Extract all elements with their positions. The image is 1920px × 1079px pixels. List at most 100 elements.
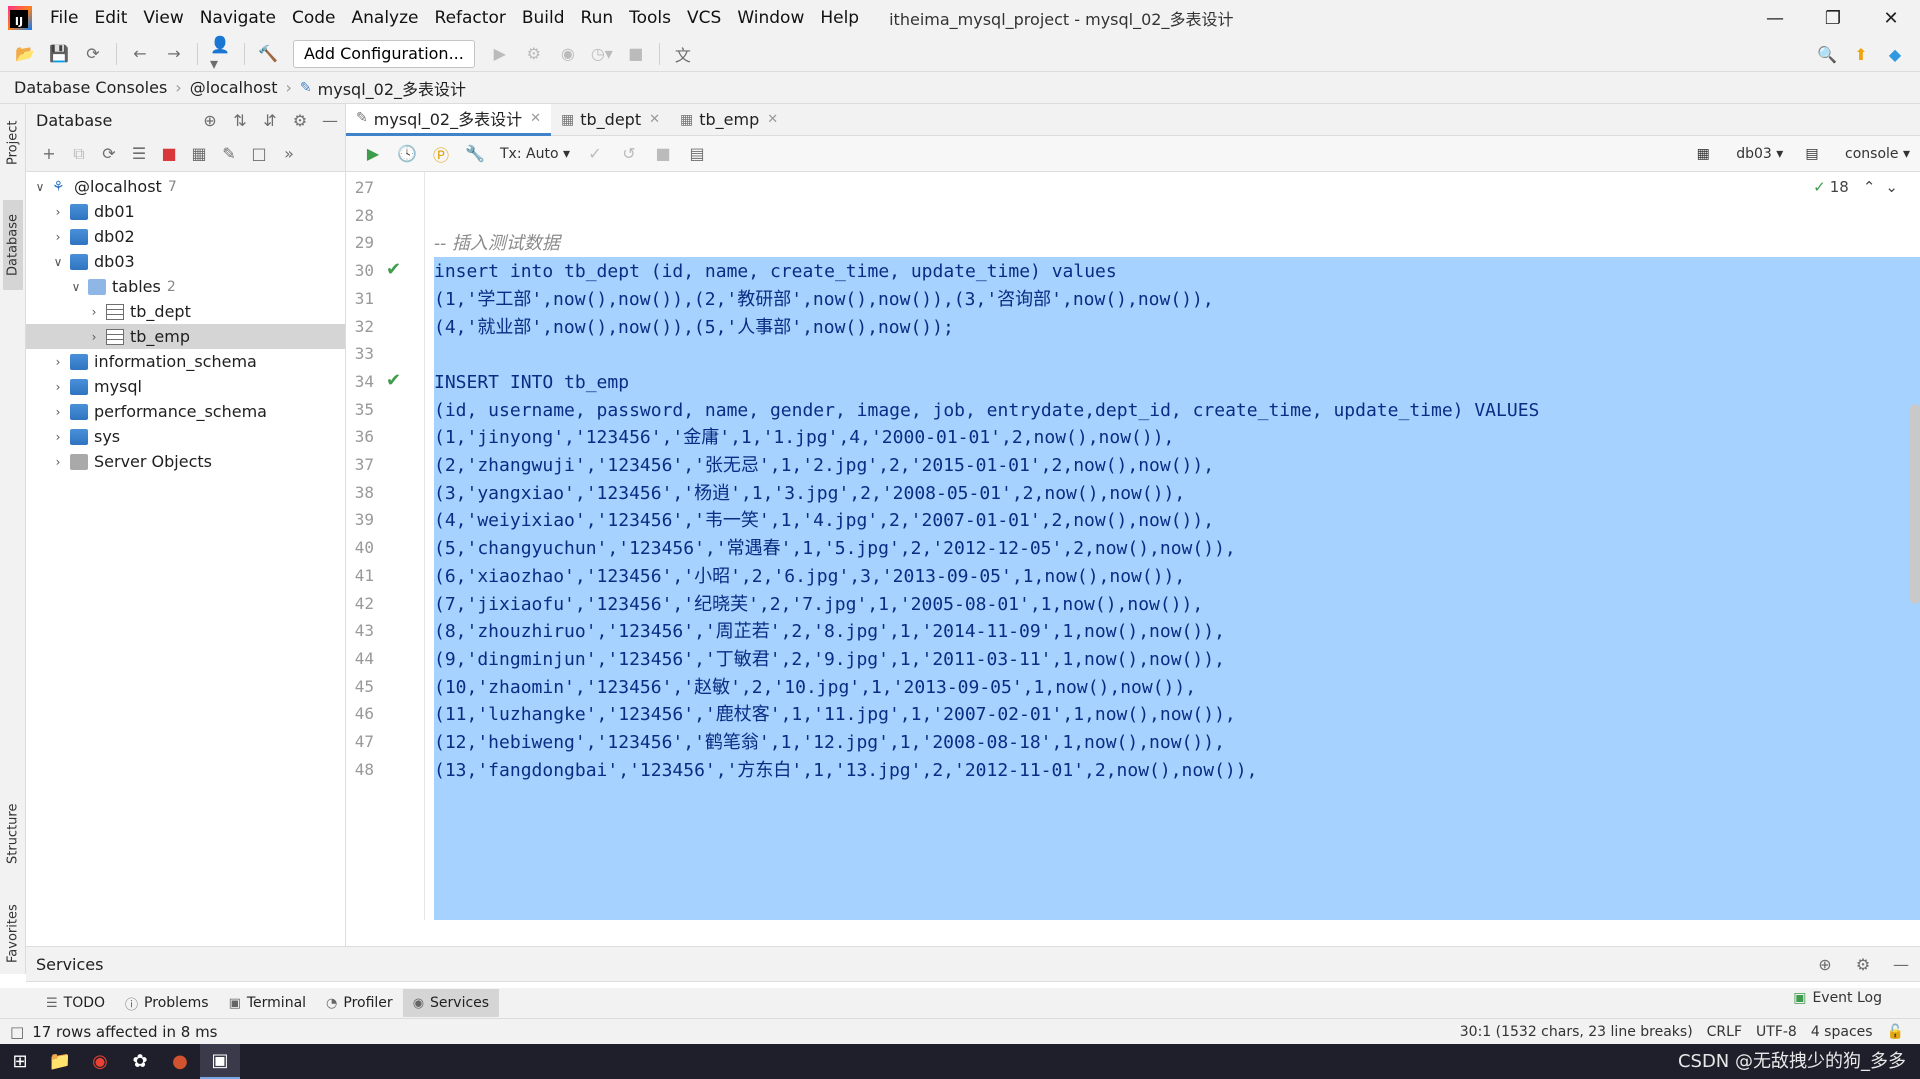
close-tab-icon[interactable]: ✕ bbox=[649, 112, 660, 127]
tree-node[interactable]: ∨ db03 bbox=[26, 249, 345, 274]
edit-icon[interactable]: ✎ bbox=[218, 143, 240, 165]
menu-item[interactable]: VCS bbox=[679, 0, 729, 36]
close-tab-icon[interactable]: ✕ bbox=[530, 111, 541, 126]
build-hammer-icon[interactable]: 🔨 bbox=[257, 43, 279, 65]
stop-icon[interactable]: ■ bbox=[158, 143, 180, 165]
tool-tab[interactable]: ◉ Services bbox=[402, 989, 500, 1017]
tree-node[interactable]: › mysql bbox=[26, 374, 345, 399]
menu-item[interactable]: File bbox=[42, 0, 86, 36]
chevron-right-icon[interactable]: › bbox=[50, 205, 66, 219]
chevron-right-icon[interactable]: › bbox=[50, 405, 66, 419]
chevron-right-icon[interactable]: › bbox=[50, 230, 66, 244]
gear-icon[interactable]: ⚙ bbox=[1852, 953, 1874, 975]
commit-icon[interactable]: ✓ bbox=[584, 143, 606, 165]
editor-tab[interactable]: ▦ tb_emp ✕ bbox=[670, 104, 788, 136]
coverage-icon[interactable]: ◉ bbox=[557, 43, 579, 65]
tab-favorites[interactable]: Favorites bbox=[3, 894, 23, 974]
locate-icon[interactable]: ⊕ bbox=[1814, 953, 1836, 975]
tool-tab[interactable]: ⓘ Problems bbox=[115, 989, 219, 1017]
refresh-icon[interactable]: ⟳ bbox=[98, 143, 120, 165]
breadcrumb-item[interactable]: Database Consoles bbox=[14, 78, 167, 97]
query-console-icon[interactable]: □ bbox=[248, 143, 270, 165]
gear-icon[interactable]: ⚙ bbox=[289, 109, 311, 131]
menu-item[interactable]: Run bbox=[573, 0, 622, 36]
minimize-icon[interactable]: — bbox=[1746, 0, 1804, 36]
vertical-scrollbar[interactable] bbox=[1910, 404, 1920, 604]
menu-item[interactable]: Refactor bbox=[427, 0, 514, 36]
menu-item[interactable]: Help bbox=[812, 0, 867, 36]
caret-position[interactable]: 30:1 (1532 chars, 23 line breaks) bbox=[1460, 1024, 1693, 1040]
session-selector[interactable]: ▤ console ▾ bbox=[1805, 146, 1910, 162]
table-view-icon[interactable]: ▦ bbox=[188, 143, 210, 165]
chevron-down-icon[interactable]: ∨ bbox=[32, 180, 48, 194]
tool-tab[interactable]: ☰ TODO bbox=[36, 989, 115, 1017]
chevron-right-icon[interactable]: › bbox=[50, 455, 66, 469]
event-log-button[interactable]: ▣ Event Log bbox=[1793, 990, 1882, 1006]
hide-panel-icon[interactable]: — bbox=[319, 109, 341, 131]
expand-all-icon[interactable]: ⇅ bbox=[229, 109, 251, 131]
translate-icon[interactable]: 文 bbox=[672, 43, 694, 65]
code-editor[interactable]: -- 插入测试数据 insert into tb_dept (id, name, … bbox=[426, 172, 1920, 920]
tab-database[interactable]: Database bbox=[3, 200, 23, 290]
open-folder-icon[interactable]: 📂 bbox=[14, 43, 36, 65]
chevron-right-icon[interactable]: › bbox=[86, 305, 102, 319]
powerpoint-icon[interactable]: ● bbox=[160, 1044, 200, 1079]
windows-start-icon[interactable]: ⊞ bbox=[0, 1044, 40, 1079]
menu-item[interactable]: Edit bbox=[86, 0, 135, 36]
chevron-right-icon[interactable]: › bbox=[50, 430, 66, 444]
chevron-down-icon[interactable]: ∨ bbox=[50, 255, 66, 269]
lock-icon[interactable]: 🔓 bbox=[1887, 1024, 1904, 1040]
menu-item[interactable]: View bbox=[135, 0, 191, 36]
update-icon[interactable]: ⬆ bbox=[1850, 43, 1872, 65]
sync-icon[interactable]: ⟳ bbox=[82, 43, 104, 65]
tree-node[interactable]: › db02 bbox=[26, 224, 345, 249]
rollback-icon[interactable]: ↺ bbox=[618, 143, 640, 165]
inspection-widget[interactable]: ✓ 18 ⌃ ⌄ bbox=[1813, 178, 1898, 196]
tool-tab[interactable]: ▣ Terminal bbox=[219, 989, 316, 1017]
hide-panel-icon[interactable]: — bbox=[1890, 953, 1912, 975]
execute-icon[interactable]: ▶ bbox=[362, 143, 384, 165]
tree-node[interactable]: › tb_emp bbox=[26, 324, 345, 349]
intellij-task-icon[interactable]: ▣ bbox=[200, 1044, 240, 1079]
menu-item[interactable]: Build bbox=[514, 0, 573, 36]
breadcrumb-item[interactable]: @localhost bbox=[190, 78, 278, 97]
line-separator[interactable]: CRLF bbox=[1707, 1024, 1742, 1040]
file-encoding[interactable]: UTF-8 bbox=[1756, 1024, 1797, 1040]
more-icon[interactable]: » bbox=[278, 143, 300, 165]
settings-wrench-icon[interactable]: 🔧 bbox=[464, 143, 486, 165]
tree-node[interactable]: › Server Objects bbox=[26, 449, 345, 474]
vcs-user-icon[interactable]: 👤▾ bbox=[210, 35, 232, 73]
tx-mode-select[interactable]: Tx: Auto ▾ bbox=[500, 146, 570, 162]
forward-arrow-icon[interactable]: → bbox=[163, 43, 185, 65]
tree-node[interactable]: › db01 bbox=[26, 199, 345, 224]
menu-item[interactable]: Code bbox=[284, 0, 344, 36]
save-icon[interactable]: 💾 bbox=[48, 43, 70, 65]
schema-icon[interactable]: ☰ bbox=[128, 143, 150, 165]
profile-icon[interactable]: ◷▾ bbox=[591, 43, 613, 65]
run-icon[interactable]: ▶ bbox=[489, 43, 511, 65]
debug-icon[interactable]: ⚙ bbox=[523, 43, 545, 65]
tree-node[interactable]: › information_schema bbox=[26, 349, 345, 374]
stop-icon[interactable]: ■ bbox=[625, 43, 647, 65]
menu-item[interactable]: Window bbox=[729, 0, 812, 36]
tree-node[interactable]: › performance_schema bbox=[26, 399, 345, 424]
close-tab-icon[interactable]: ✕ bbox=[767, 112, 778, 127]
tool-tab[interactable]: ◔ Profiler bbox=[316, 989, 403, 1017]
restore-icon[interactable]: ❐ bbox=[1804, 0, 1862, 36]
toolbox-icon[interactable]: ◆ bbox=[1884, 43, 1906, 65]
tab-project[interactable]: Project bbox=[3, 108, 23, 178]
output-table-icon[interactable]: ▤ bbox=[686, 143, 708, 165]
search-icon[interactable]: 🔍 bbox=[1816, 43, 1838, 65]
breadcrumb-item[interactable]: mysql_02_多表设计 bbox=[318, 76, 466, 100]
menu-item[interactable]: Analyze bbox=[344, 0, 427, 36]
menu-item[interactable]: Tools bbox=[621, 0, 679, 36]
chevron-right-icon[interactable]: › bbox=[50, 355, 66, 369]
add-configuration-button[interactable]: Add Configuration... bbox=[293, 39, 475, 68]
status-square-icon[interactable]: □ bbox=[10, 1023, 24, 1041]
chevron-right-icon[interactable]: › bbox=[50, 380, 66, 394]
editor-tab[interactable]: ▦ tb_dept ✕ bbox=[551, 104, 670, 136]
file-explorer-icon[interactable]: 📁 bbox=[40, 1044, 80, 1079]
schema-selector[interactable]: ▦ db03 ▾ bbox=[1697, 146, 1784, 162]
chevron-right-icon[interactable]: › bbox=[86, 330, 102, 344]
chevron-down-icon[interactable]: ⌄ bbox=[1885, 178, 1898, 196]
